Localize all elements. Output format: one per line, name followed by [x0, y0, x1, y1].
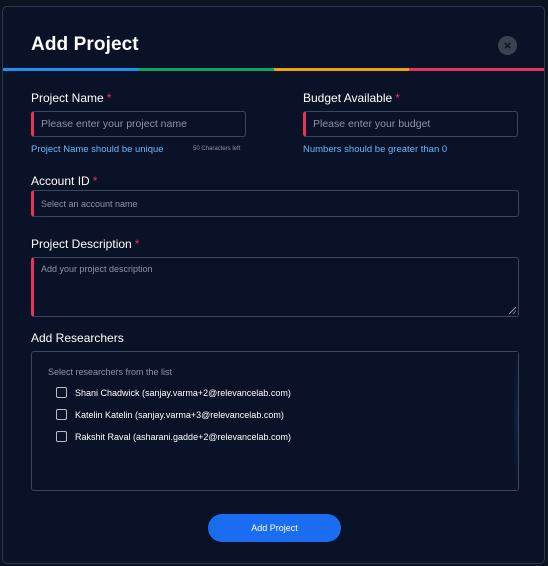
researcher-name: Shani Chadwick (sanjay.varma+2@relevance…	[75, 387, 291, 398]
researchers-list: Select researchers from the list Shani C…	[31, 351, 519, 491]
add-project-modal: Add Project × Project Name * Please enter…	[2, 6, 545, 564]
close-icon[interactable]: ×	[498, 36, 517, 55]
researcher-name: Katelin Katelin (sanjay.varma+3@relevanc…	[75, 409, 284, 420]
project-name-hint: Project Name should be unique	[31, 144, 164, 155]
required-marker: *	[134, 237, 140, 251]
required-marker: *	[395, 91, 400, 105]
required-marker: *	[106, 91, 112, 105]
modal-title: Add Project	[31, 34, 139, 55]
budget-input[interactable]: Please enter your budget	[303, 111, 518, 137]
researchers-list-hint: Select researchers from the list	[48, 367, 173, 377]
project-description-placeholder: Add your project description	[41, 264, 153, 274]
account-id-label-text: Account ID	[31, 174, 90, 188]
stripe-blue	[3, 68, 139, 71]
researcher-name: Rakshit Raval (asharani.gadde+2@relevanc…	[75, 431, 291, 442]
researcher-item[interactable]: Rakshit Raval (asharani.gadde+2@relevanc…	[56, 431, 291, 442]
stripe-yellow	[273, 68, 409, 71]
project-description-label-text: Project Description	[31, 237, 132, 251]
checkbox[interactable]	[56, 387, 67, 398]
account-id-label: Account ID *	[31, 174, 97, 188]
checkbox[interactable]	[56, 431, 67, 442]
researcher-item[interactable]: Katelin Katelin (sanjay.varma+3@relevanc…	[56, 409, 284, 420]
header-color-stripe	[3, 68, 544, 71]
checkbox[interactable]	[56, 409, 67, 420]
required-marker: *	[92, 174, 98, 188]
project-name-label: Project Name *	[31, 91, 111, 105]
project-description-textarea[interactable]: Add your project description	[31, 257, 519, 317]
resize-handle-icon[interactable]	[509, 307, 516, 314]
add-researchers-label: Add Researchers	[31, 331, 124, 345]
project-name-char-counter: 50 Characters left	[193, 146, 241, 152]
stripe-green	[138, 68, 274, 71]
budget-label-text: Budget Available	[303, 91, 393, 105]
scrollbar[interactable]	[514, 352, 518, 490]
budget-hint: Numbers should be greater than 0	[303, 144, 448, 155]
stripe-red	[408, 68, 544, 71]
budget-label: Budget Available *	[303, 91, 400, 105]
researcher-item[interactable]: Shani Chadwick (sanjay.varma+2@relevance…	[56, 387, 291, 398]
add-project-button[interactable]: Add Project	[208, 514, 341, 542]
project-description-label: Project Description *	[31, 237, 139, 251]
project-name-input[interactable]: Please enter your project name	[31, 111, 246, 137]
project-name-label-text: Project Name	[31, 91, 104, 105]
account-id-select[interactable]: Select an account name	[31, 190, 519, 217]
